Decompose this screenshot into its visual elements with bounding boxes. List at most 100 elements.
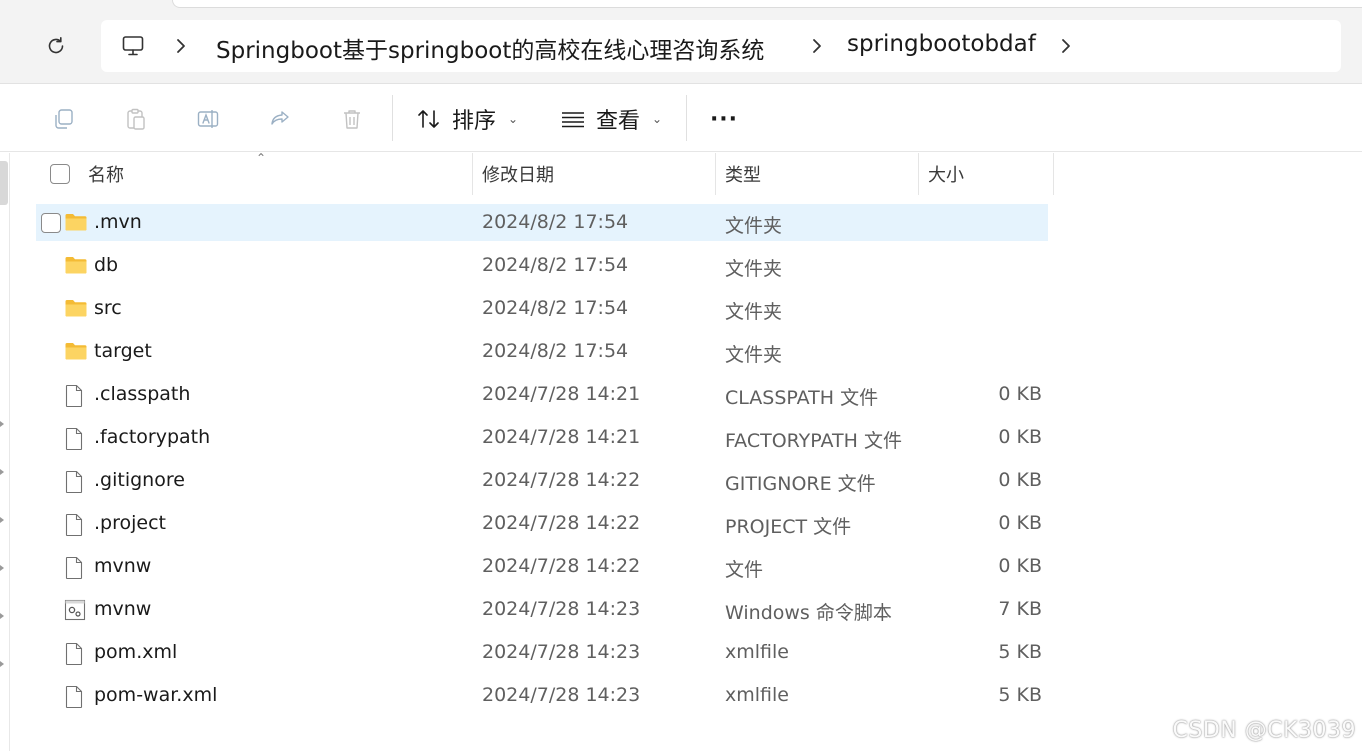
toolbar-divider (686, 95, 687, 141)
file-name: pom-war.xml (94, 684, 218, 706)
view-button[interactable]: 查看 ⌄ (560, 103, 662, 135)
file-type: xmlfile (725, 684, 789, 706)
file-row[interactable]: .mvn 2024/8/2 17:54 文件夹 (36, 204, 1048, 241)
checkbox[interactable] (50, 164, 70, 184)
column-header-date[interactable]: 修改日期 (482, 153, 554, 195)
file-type: FACTORYPATH 文件 (725, 430, 902, 452)
sort-button[interactable]: 排序 ⌄ (416, 103, 518, 135)
expand-chevron-icon[interactable] (0, 613, 4, 619)
nav-scrollbar-thumb[interactable] (0, 161, 8, 205)
file-row[interactable]: mvnw 2024/7/28 14:23 Windows 命令脚本 7 KB (36, 591, 1048, 628)
file-name: .classpath (94, 383, 191, 405)
paste-button[interactable] (122, 105, 150, 133)
toolbar-divider (392, 95, 393, 141)
trash-icon (344, 110, 360, 129)
file-type: 文件 (725, 559, 764, 581)
sort-label: 排序 (452, 109, 497, 134)
file-icon (64, 642, 84, 671)
rename-button[interactable] (194, 105, 222, 133)
column-divider[interactable] (918, 153, 919, 195)
column-header-size[interactable]: 大小 (928, 153, 964, 195)
file-row[interactable]: src 2024/8/2 17:54 文件夹 (36, 290, 1048, 327)
file-row[interactable]: mvnw 2024/7/28 14:22 文件 0 KB (36, 548, 1048, 585)
rename-icon (197, 110, 219, 128)
file-icon (64, 556, 84, 585)
expand-chevron-icon[interactable] (0, 517, 4, 523)
refresh-button[interactable] (36, 26, 76, 66)
file-icon (64, 470, 84, 499)
file-type: PROJECT 文件 (725, 516, 852, 538)
file-name: .project (94, 512, 166, 534)
file-type: 文件夹 (725, 344, 783, 366)
chevron-down-icon: ⌄ (508, 112, 519, 126)
folder-icon (64, 255, 88, 280)
expand-chevron-icon[interactable] (0, 421, 4, 427)
breadcrumb-chevron-icon[interactable] (1056, 36, 1076, 56)
copy-button[interactable] (50, 105, 78, 133)
file-name: pom.xml (94, 641, 178, 663)
breadcrumb-item-folder[interactable]: springbootobdaf (847, 31, 1036, 57)
column-header-type[interactable]: 类型 (725, 153, 761, 195)
breadcrumb-chevron-icon[interactable] (171, 36, 191, 56)
file-type: GITIGNORE 文件 (725, 473, 876, 495)
file-size: 5 KB (998, 684, 1042, 706)
file-date: 2024/8/2 17:54 (482, 340, 629, 362)
file-size: 0 KB (998, 512, 1042, 534)
file-icon (64, 685, 84, 714)
column-divider[interactable] (1053, 153, 1054, 195)
file-date: 2024/7/28 14:23 (482, 641, 641, 663)
file-date: 2024/7/28 14:23 (482, 598, 641, 620)
expand-chevron-icon[interactable] (0, 469, 4, 475)
column-divider[interactable] (472, 153, 473, 195)
breadcrumb-item-project[interactable]: Springboot基于springboot的高校在线心理咨询系统 (216, 31, 764, 65)
file-icon (64, 427, 84, 456)
file-date: 2024/7/28 14:22 (482, 512, 641, 534)
file-date: 2024/7/28 14:21 (482, 426, 641, 448)
expand-chevron-icon[interactable] (0, 661, 4, 667)
paste-icon (127, 108, 145, 130)
file-date: 2024/7/28 14:22 (482, 469, 641, 491)
more-options-button[interactable]: ··· (706, 101, 742, 137)
column-divider[interactable] (715, 153, 716, 195)
file-row[interactable]: pom.xml 2024/7/28 14:23 xmlfile 5 KB (36, 634, 1048, 671)
folder-icon (64, 212, 88, 237)
file-row[interactable]: .classpath 2024/7/28 14:21 CLASSPATH 文件 0 K… (36, 376, 1048, 413)
share-button[interactable] (266, 105, 294, 133)
delete-button[interactable] (338, 105, 366, 133)
folder-icon (64, 298, 88, 323)
column-header-name[interactable]: 名称 (88, 153, 124, 195)
navigation-pane[interactable] (0, 153, 10, 751)
file-date: 2024/7/28 14:23 (482, 684, 641, 706)
breadcrumb-chevron-icon[interactable] (807, 36, 827, 56)
file-row[interactable]: db 2024/8/2 17:54 文件夹 (36, 247, 1048, 284)
file-row[interactable]: .factorypath 2024/7/28 14:21 FACTORYPATH 文… (36, 419, 1048, 456)
file-type: 文件夹 (725, 215, 783, 237)
file-date: 2024/7/28 14:22 (482, 555, 641, 577)
address-strip: Springboot基于springboot的高校在线心理咨询系统 spring… (0, 0, 1362, 84)
tab-edge (172, 0, 1362, 8)
file-row[interactable]: .gitignore 2024/7/28 14:22 GITIGNORE 文件 0 K… (36, 462, 1048, 499)
file-type: Windows 命令脚本 (725, 602, 892, 624)
address-bar[interactable]: Springboot基于springboot的高校在线心理咨询系统 spring… (101, 20, 1341, 72)
file-date: 2024/8/2 17:54 (482, 297, 629, 319)
file-row[interactable]: .project 2024/7/28 14:22 PROJECT 文件 0 KB (36, 505, 1048, 542)
expand-chevron-icon[interactable] (0, 565, 4, 571)
file-row[interactable]: target 2024/8/2 17:54 文件夹 (36, 333, 1048, 370)
file-type: 文件夹 (725, 258, 783, 280)
file-name: .factorypath (94, 426, 211, 448)
sort-ascending-icon: ⌃ (256, 151, 267, 165)
script-file-icon (64, 599, 86, 626)
copy-icon (55, 109, 73, 129)
folder-icon (64, 341, 88, 366)
file-size: 5 KB (998, 641, 1042, 663)
file-name: mvnw (94, 555, 152, 577)
view-label: 查看 (596, 109, 641, 134)
select-all-checkbox[interactable] (50, 153, 70, 195)
sort-icon (418, 110, 439, 128)
file-name: .mvn (94, 211, 142, 233)
view-list-icon (562, 112, 584, 128)
this-pc-icon[interactable] (121, 34, 145, 62)
file-row[interactable]: pom-war.xml 2024/7/28 14:23 xmlfile 5 KB (36, 677, 1048, 714)
row-checkbox[interactable] (41, 213, 61, 233)
command-bar: 排序 ⌄ 查看 ⌄ ··· (0, 85, 1362, 152)
